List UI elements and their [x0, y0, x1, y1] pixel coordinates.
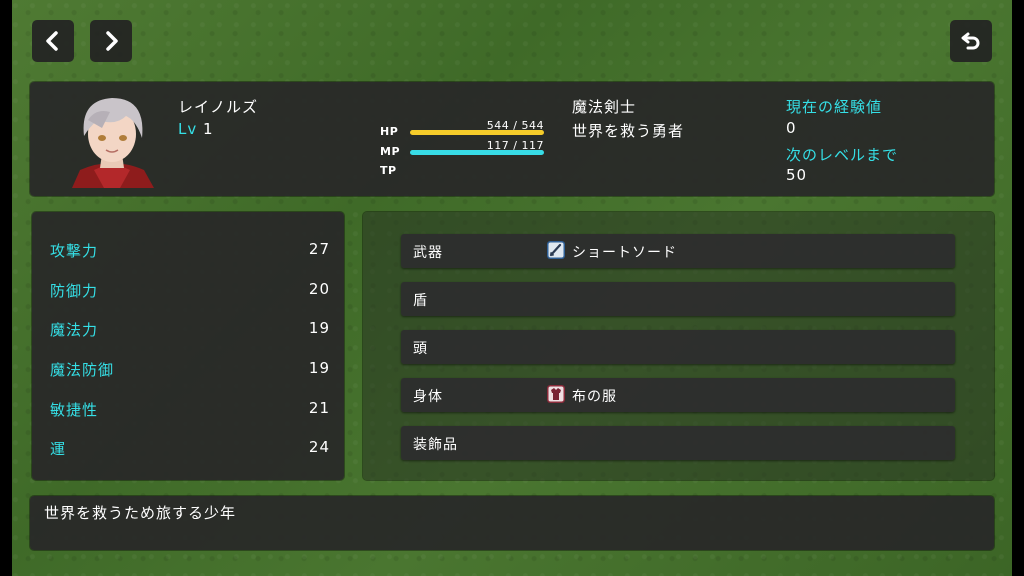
- param-name: 攻撃力: [50, 242, 99, 260]
- param-value: 24: [308, 438, 330, 456]
- equip-slot-weapon[interactable]: 武器 ショートソード: [401, 234, 955, 268]
- game-screen: レイノルズ Lv 1 HP 544 / 544 MP 117 / 117 TP …: [12, 0, 1012, 576]
- equip-slot-label: 装飾品: [413, 437, 458, 453]
- exp-next-value: 50: [786, 166, 808, 184]
- params-window: 攻撃力 27 防御力 20 魔法力 19 魔法防御 19 敏捷性 21 運 24: [32, 212, 344, 480]
- equip-window: 武器 ショートソード 盾 頭 身体 布の服 装飾品: [363, 212, 994, 480]
- hp-gauge-fill: [410, 130, 544, 135]
- param-name: 運: [50, 440, 67, 458]
- actor-name: レイノルズ: [178, 98, 259, 116]
- next-actor-button[interactable]: [90, 20, 132, 62]
- param-row-defense: 防御力 20: [50, 280, 330, 304]
- exp-current-value: 0: [786, 119, 797, 137]
- exp-next-label: 次のレベルまで: [786, 146, 899, 164]
- equip-item-name: ショートソード: [572, 245, 677, 261]
- hp-label: HP: [380, 125, 399, 138]
- actor-class: 魔法剣士: [572, 98, 637, 116]
- return-arrow-icon: [961, 32, 980, 50]
- param-name: 魔法防御: [50, 361, 115, 379]
- chevron-right-icon: [106, 31, 118, 51]
- equip-slot-label: 頭: [413, 341, 428, 357]
- equip-slot-head[interactable]: 頭: [401, 330, 955, 364]
- back-button[interactable]: [950, 20, 992, 62]
- param-name: 魔法力: [50, 321, 99, 339]
- equip-slot-body[interactable]: 身体 布の服: [401, 378, 955, 412]
- param-name: 防御力: [50, 282, 99, 300]
- param-row-magic-defense: 魔法防御 19: [50, 359, 330, 383]
- tp-label: TP: [380, 164, 397, 177]
- equip-slot-label: 身体: [413, 389, 443, 405]
- param-row-magic-attack: 魔法力 19: [50, 319, 330, 343]
- exp-current-label: 現在の経験値: [786, 98, 883, 116]
- mp-label: MP: [380, 145, 401, 158]
- param-name: 敏捷性: [50, 401, 99, 419]
- actor-face-portrait: [72, 98, 154, 188]
- profile-text: 世界を救うため旅する少年: [44, 504, 237, 522]
- equip-slot-shield[interactable]: 盾: [401, 282, 955, 316]
- equip-item-name: 布の服: [572, 389, 617, 405]
- param-value: 21: [308, 399, 330, 417]
- param-value: 19: [308, 319, 330, 337]
- equip-slot-accessory[interactable]: 装飾品: [401, 426, 955, 460]
- equip-slot-label: 武器: [413, 245, 443, 261]
- param-row-attack: 攻撃力 27: [50, 240, 330, 264]
- param-value: 20: [308, 280, 330, 298]
- param-row-luck: 運 24: [50, 438, 330, 462]
- param-value: 27: [308, 240, 330, 258]
- param-row-agility: 敏捷性 21: [50, 399, 330, 423]
- chevron-left-icon: [46, 31, 58, 51]
- sword-icon: [547, 241, 565, 259]
- prev-actor-button[interactable]: [32, 20, 74, 62]
- level-value: 1: [203, 120, 214, 138]
- profile-window: 世界を救うため旅する少年: [30, 496, 994, 550]
- equip-slot-label: 盾: [413, 293, 428, 309]
- mp-gauge-fill: [410, 150, 544, 155]
- status-window: レイノルズ Lv 1 HP 544 / 544 MP 117 / 117 TP …: [30, 82, 994, 196]
- level-label: Lv: [178, 120, 198, 138]
- param-value: 19: [308, 359, 330, 377]
- cloth-armor-icon: [547, 385, 565, 403]
- actor-level: Lv 1: [178, 120, 214, 138]
- actor-nickname: 世界を救う勇者: [572, 122, 685, 140]
